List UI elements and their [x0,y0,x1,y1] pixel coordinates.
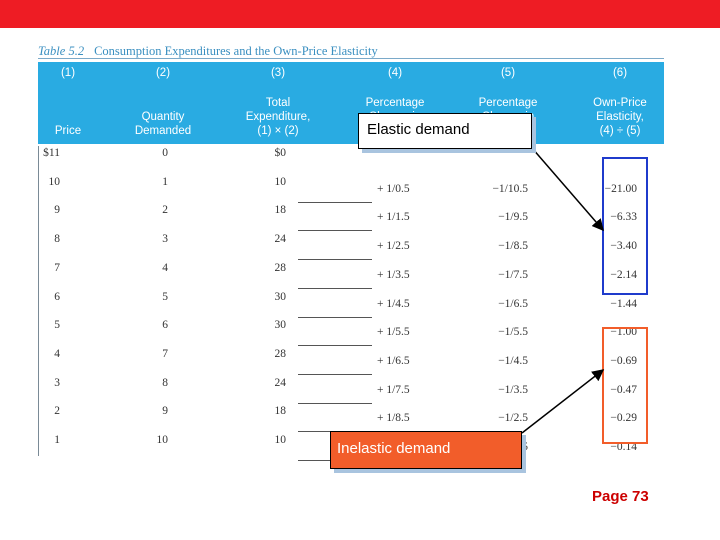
inelastic-arrow [521,369,605,434]
elastic-demand-label: Elastic demand [358,113,532,149]
elastic-arrow [531,147,604,232]
inelastic-demand-label: Inelastic demand [330,431,522,469]
page-number: Page 73 [592,488,649,505]
